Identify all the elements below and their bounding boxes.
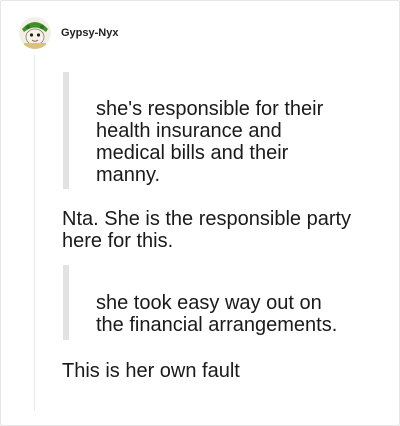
blockquote: she took easy way out on the financial a… [63, 265, 353, 340]
post-header: Gypsy-Nyx [19, 17, 118, 49]
reply-text: This is her own fault [62, 360, 240, 382]
post-card: Gypsy-Nyx she's responsible for their he… [0, 0, 400, 426]
thread-line [34, 55, 35, 410]
username[interactable]: Gypsy-Nyx [61, 27, 118, 39]
blockquote: she's responsible for their health insur… [63, 72, 353, 189]
reply-text: Nta. She is the responsible party here f… [62, 208, 352, 252]
gypsy-avatar-icon[interactable] [19, 17, 51, 49]
quote-text: she's responsible for their health insur… [96, 98, 324, 186]
quote-text: she took easy way out on the financial a… [96, 292, 338, 336]
